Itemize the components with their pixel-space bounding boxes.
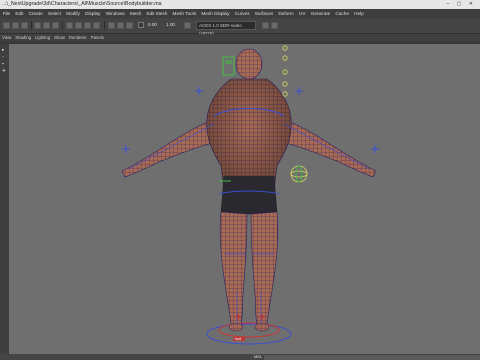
snap-grid-icon[interactable] <box>66 22 73 29</box>
help-line: MEL <box>0 354 480 360</box>
select-object-icon[interactable] <box>43 22 50 29</box>
near-clip-readout[interactable]: 0.00 <box>148 22 157 27</box>
menu-curves[interactable]: Curves <box>232 11 252 16</box>
select-component-icon[interactable] <box>52 22 59 29</box>
snap-curve-icon[interactable] <box>75 22 82 29</box>
viewport-scene <box>121 44 379 345</box>
panel-menu-shading[interactable]: Shading <box>13 35 33 40</box>
colorspace-field[interactable]: ACES 1.0 SDR-video (sRGB) <box>196 21 256 36</box>
panel-menu-lighting[interactable]: Lighting <box>33 35 52 40</box>
panel-menu-view[interactable]: View <box>0 35 13 40</box>
render-settings-icon[interactable] <box>126 22 133 29</box>
wrist-r-controller[interactable] <box>371 145 379 153</box>
shoulder-r-controller[interactable] <box>295 87 303 95</box>
face-controls[interactable] <box>282 44 288 97</box>
move-icon[interactable]: ✛ <box>2 68 7 73</box>
right-foot[interactable] <box>254 322 270 332</box>
paint-select-icon[interactable]: ▪ <box>2 61 7 66</box>
menu-edit-mesh[interactable]: Edit Mesh <box>144 11 170 16</box>
left-leg[interactable] <box>219 211 248 325</box>
gamma-icon[interactable] <box>184 22 191 29</box>
right-leg[interactable] <box>250 211 279 325</box>
window-title-bar: ...\_NextUpgrade\3d\Characters\_All\Musc… <box>0 0 480 9</box>
left-arm[interactable] <box>121 118 218 178</box>
menu-windows[interactable]: Windows <box>103 11 127 16</box>
toolbar-separator <box>31 21 32 30</box>
menu-help[interactable]: Help <box>352 11 367 16</box>
snap-view-plane-icon[interactable] <box>93 22 100 29</box>
window-controls[interactable]: – ▢ ✕ <box>447 1 476 7</box>
viewport-3d[interactable]: root <box>9 44 480 354</box>
menu-mesh-display[interactable]: Mesh Display <box>199 11 232 16</box>
xray-icon[interactable] <box>271 22 278 29</box>
head[interactable] <box>235 48 263 80</box>
menu-display[interactable]: Display <box>83 11 104 16</box>
status-line: 0.00 1.00 ACES 1.0 SDR-video (sRGB) <box>0 18 480 36</box>
tool-box: ▸ ◦ ▪ ✛ <box>0 44 9 354</box>
window-title: ...\_NextUpgrade\3d\Characters\_All\Musc… <box>2 1 162 7</box>
select-hierarchy-icon[interactable] <box>34 22 41 29</box>
menu-select[interactable]: Select <box>45 11 63 16</box>
main-menubar: File Edit Create Select Modify Display Windows… <box>0 9 480 18</box>
panel-menubar: View Shading Lighting Show Renderer Panels <box>0 34 480 41</box>
menu-generate[interactable]: Generate <box>308 11 333 16</box>
menu-deform[interactable]: Deform <box>276 11 297 16</box>
snap-point-icon[interactable] <box>84 22 91 29</box>
menu-surfaces[interactable]: Surfaces <box>252 11 276 16</box>
save-scene-icon[interactable] <box>21 22 28 29</box>
toolbar-separator <box>62 21 63 30</box>
head-controller[interactable] <box>222 56 235 76</box>
menu-edit[interactable]: Edit <box>13 11 26 16</box>
panel-menu-renderer[interactable]: Renderer <box>67 35 89 40</box>
menu-mesh[interactable]: Mesh <box>127 11 144 16</box>
open-scene-icon[interactable] <box>12 22 19 29</box>
left-foot[interactable] <box>228 322 244 332</box>
menu-mesh-tools[interactable]: Mesh Tools <box>170 11 199 16</box>
far-clip-readout[interactable]: 1.00 <box>166 22 175 27</box>
panel-menu-show[interactable]: Show <box>52 35 67 40</box>
menu-file[interactable]: File <box>0 11 13 16</box>
menu-uv[interactable]: UV <box>296 11 308 16</box>
shorts[interactable] <box>220 175 278 215</box>
root-label: root <box>235 337 242 341</box>
mel-command-input[interactable] <box>264 354 480 360</box>
camera-select-icon[interactable] <box>138 22 144 28</box>
wrist-l-controller[interactable] <box>122 145 130 153</box>
root-controller[interactable] <box>206 323 292 345</box>
shoulder-l-controller[interactable] <box>195 87 203 95</box>
new-scene-icon[interactable] <box>3 22 10 29</box>
isolate-select-icon[interactable] <box>262 22 269 29</box>
menu-create[interactable]: Create <box>26 11 45 16</box>
right-arm[interactable] <box>280 118 377 178</box>
lasso-icon[interactable]: ◦ <box>2 54 7 59</box>
menu-modify[interactable]: Modify <box>64 11 83 16</box>
render-current-icon[interactable] <box>108 22 115 29</box>
arrow-select-icon[interactable]: ▸ <box>2 47 7 52</box>
mel-label: MEL <box>254 354 263 359</box>
menu-cache[interactable]: Cache <box>333 11 352 16</box>
panel-menu-panels[interactable]: Panels <box>89 35 106 40</box>
ipr-render-icon[interactable] <box>117 22 124 29</box>
toolbar-separator <box>104 21 105 30</box>
hip-rotate-gizmo[interactable] <box>290 165 308 183</box>
foot-controller[interactable] <box>218 322 280 338</box>
